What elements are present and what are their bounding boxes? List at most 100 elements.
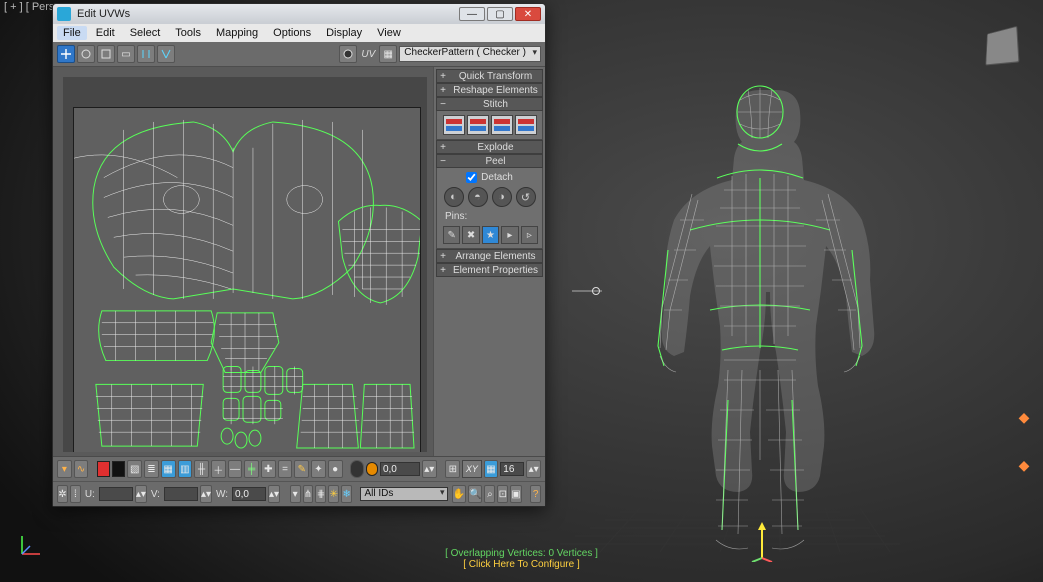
menu-view[interactable]: View xyxy=(371,26,407,40)
fit-icon[interactable]: ▣ xyxy=(510,485,521,503)
spinner2[interactable]: ▴▾ xyxy=(526,460,541,478)
tool-grid2[interactable]: ▥ xyxy=(178,460,193,478)
stitch-btn-1[interactable] xyxy=(443,115,465,135)
texture-map-dropdown[interactable]: CheckerPattern ( Checker ) xyxy=(399,46,541,62)
pan-icon[interactable]: ✋ xyxy=(452,485,466,503)
pin-btn-1[interactable]: ✎ xyxy=(443,226,460,244)
w-spin[interactable]: ▴▾ xyxy=(268,485,280,503)
tool-eq[interactable]: = xyxy=(278,460,293,478)
axis-lock[interactable]: ⊞ xyxy=(445,460,460,478)
help-icon[interactable]: ? xyxy=(530,485,541,503)
zoom-region-icon[interactable]: ⌕ xyxy=(484,485,495,503)
options-cog-icon[interactable]: ✲ xyxy=(57,485,68,503)
peel-btn-1[interactable]: ◐ xyxy=(444,187,464,207)
minimize-button[interactable]: — xyxy=(459,7,485,21)
bottom-bar-1: ▾ ∿ ▧ ≣ ▦ ▥ ╫ ＋ — ╪ ✚ = ✎ ✦ ● ▴▾ ⊞ XY xyxy=(53,457,545,482)
camera-fov-slider[interactable] xyxy=(572,288,602,294)
stitch-btn-4[interactable] xyxy=(515,115,537,135)
maximize-button[interactable]: ▢ xyxy=(487,7,513,21)
uv-canvas-background[interactable] xyxy=(63,77,427,452)
stitch-btn-2[interactable] xyxy=(467,115,489,135)
rollout-peel[interactable]: −Peel xyxy=(436,154,543,168)
weld-btn-5[interactable]: ❄ xyxy=(341,485,352,503)
vertex-so-button[interactable]: ▾ xyxy=(57,460,72,478)
rollout-stitch[interactable]: −Stitch xyxy=(436,97,543,111)
swatch-black[interactable] xyxy=(112,461,125,477)
nav-icon-2[interactable]: ◆ xyxy=(1017,458,1031,472)
viewport-status[interactable]: [ Overlapping Vertices: 0 Vertices ] [ C… xyxy=(445,548,598,570)
move-gizmo[interactable] xyxy=(750,522,774,562)
character-model[interactable] xyxy=(620,70,900,570)
weld-btn-3[interactable]: ⋕ xyxy=(315,485,326,503)
weld-btn-4[interactable]: ✳ xyxy=(328,485,339,503)
pin-btn-4[interactable]: ▸ xyxy=(501,226,518,244)
grid-value[interactable] xyxy=(500,462,524,476)
pin-btn-2[interactable]: ✖ xyxy=(462,226,479,244)
menu-mapping[interactable]: Mapping xyxy=(210,26,264,40)
tool-blob[interactable]: ● xyxy=(328,460,343,478)
tool-wand[interactable]: ✦ xyxy=(311,460,326,478)
menu-select[interactable]: Select xyxy=(124,26,167,40)
detach-checkbox[interactable] xyxy=(466,172,477,183)
rollout-reshape-elements[interactable]: +Reshape Elements xyxy=(436,83,543,97)
menu-tools[interactable]: Tools xyxy=(169,26,207,40)
tool-plus[interactable]: ＋ xyxy=(211,460,226,478)
mirror-h-button[interactable] xyxy=(137,45,155,63)
close-button[interactable]: ✕ xyxy=(515,7,541,21)
rollout-element-properties[interactable]: +Element Properties xyxy=(436,263,543,277)
tool-minus[interactable]: — xyxy=(228,460,243,478)
v-field[interactable] xyxy=(164,487,198,501)
u-spin[interactable]: ▴▾ xyxy=(135,485,147,503)
menu-options[interactable]: Options xyxy=(267,26,317,40)
uv-grid-box[interactable] xyxy=(73,107,421,452)
lock-icon[interactable]: ⁞ xyxy=(70,485,81,503)
rollout-explode[interactable]: +Explode xyxy=(436,140,543,154)
weld-btn-1[interactable]: ▾ xyxy=(290,485,301,503)
peel-btn-2[interactable]: ◓ xyxy=(468,187,488,207)
pin-btn-5[interactable]: ▹ xyxy=(521,226,538,244)
stitch-btn-3[interactable] xyxy=(491,115,513,135)
uv-toggle-button[interactable]: ▦ xyxy=(379,45,397,63)
weld-btn-2[interactable]: ⋔ xyxy=(303,485,314,503)
menu-file[interactable]: File xyxy=(57,26,87,40)
mirror-v-button[interactable] xyxy=(157,45,175,63)
freeform-mode-button[interactable]: ▭ xyxy=(117,45,135,63)
menu-display[interactable]: Display xyxy=(320,26,368,40)
move-mode-button[interactable] xyxy=(57,45,75,63)
tool-green1[interactable]: ╪ xyxy=(244,460,259,478)
peel-btn-3[interactable]: ◑ xyxy=(492,187,512,207)
nav-icon-1[interactable]: ◆ xyxy=(1017,410,1031,424)
configure-link[interactable]: [ Click Here To Configure ] xyxy=(445,559,598,570)
u-field[interactable] xyxy=(99,487,133,501)
titlebar[interactable]: Edit UVWs — ▢ ✕ xyxy=(53,4,545,24)
zoom-extents-icon[interactable]: ⊡ xyxy=(497,485,508,503)
menu-edit[interactable]: Edit xyxy=(90,26,121,40)
tool-cube[interactable]: ▧ xyxy=(127,460,142,478)
spinner[interactable]: ▴▾ xyxy=(422,460,437,478)
xy-button[interactable]: XY xyxy=(462,460,481,478)
stitch-body xyxy=(436,111,543,140)
falloff-dot[interactable] xyxy=(350,460,365,478)
rollout-arrange-elements[interactable]: +Arrange Elements xyxy=(436,249,543,263)
scale-mode-button[interactable] xyxy=(97,45,115,63)
show-map-button[interactable] xyxy=(339,45,357,63)
viewcube[interactable] xyxy=(985,26,1019,66)
tool-brush[interactable]: ✎ xyxy=(294,460,309,478)
tool-minusv[interactable]: ╫ xyxy=(194,460,209,478)
rotate-mode-button[interactable] xyxy=(77,45,95,63)
grid-toggle[interactable]: ▦ xyxy=(484,460,499,478)
v-spin[interactable]: ▴▾ xyxy=(200,485,212,503)
falloff-orange[interactable] xyxy=(366,462,378,476)
falloff-value[interactable] xyxy=(380,462,420,476)
tool-stack[interactable]: ≣ xyxy=(144,460,159,478)
zoom-icon[interactable]: 🔍 xyxy=(468,485,482,503)
rollout-quick-transform[interactable]: +Quick Transform xyxy=(436,69,543,83)
tool-grid[interactable]: ▦ xyxy=(161,460,176,478)
edge-so-button[interactable]: ∿ xyxy=(74,460,89,478)
w-field[interactable] xyxy=(232,487,266,501)
tool-plus2[interactable]: ✚ xyxy=(261,460,276,478)
pin-btn-3[interactable]: ★ xyxy=(482,226,499,244)
swatch-red[interactable] xyxy=(97,461,110,477)
peel-btn-4[interactable]: ↺ xyxy=(516,187,536,207)
material-ids-dropdown[interactable]: All IDs xyxy=(360,487,448,501)
